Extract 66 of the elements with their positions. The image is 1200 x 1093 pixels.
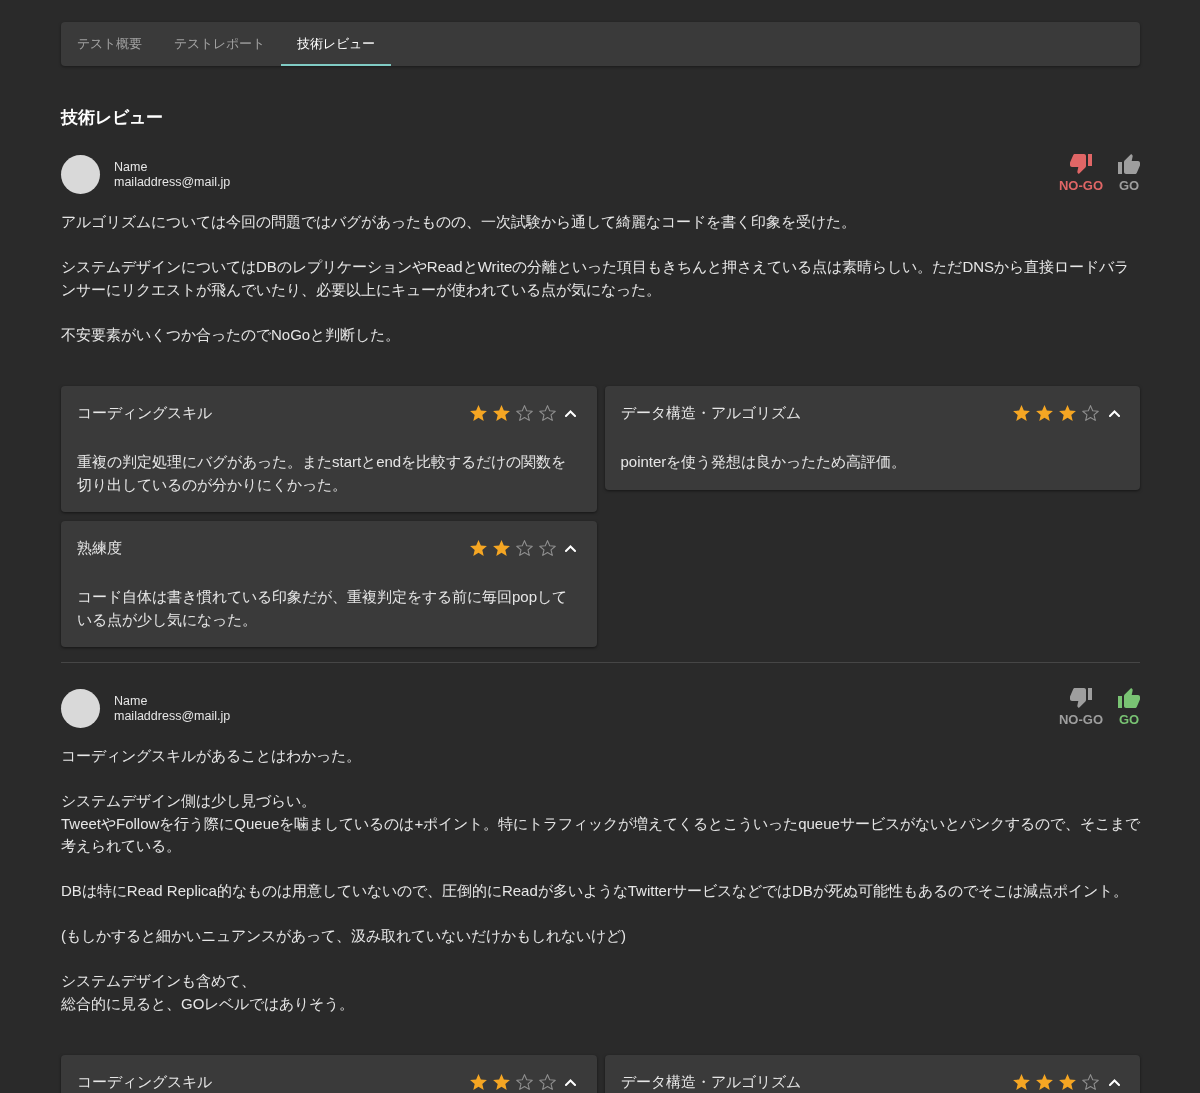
skill-comment: コード自体は書き慣れている印象だが、重複判定をする前に毎回popしている点が少し気になった。	[77, 587, 569, 630]
star-icon	[1013, 405, 1030, 421]
tab[interactable]: テスト概要	[61, 22, 158, 66]
review-text: 総合的に見ると、GOレベルではありそう。	[61, 993, 356, 1014]
review-text: 不安要素がいくつか合ったのでNoGoと判断した。	[61, 324, 402, 345]
empty-star-icon	[538, 405, 556, 421]
review-text: システムデザインについてはDBのレプリケーションやReadとWriteの分離といった項目もきちんと押さえている点は素晴らしい。ただDNSから直接ロードバランサーにリクエストが飛んでいたり、必要以上にキューが使われている点が気になった。	[61, 257, 1131, 300]
skill-title: 熟練度	[77, 539, 122, 558]
star-icon	[1013, 1074, 1030, 1090]
review-text: DBは特にRead Replica的なものは用意していないので、圧倒的にReadが多いようなTwitterサービスなどではDBが死ぬ可能性もあるのでそこは減点ポイント。	[61, 881, 1129, 901]
star-icon	[1036, 405, 1053, 421]
collapse-button[interactable]	[1108, 1078, 1120, 1086]
empty-star-icon	[538, 540, 556, 556]
star-icon	[469, 540, 487, 556]
star-icon	[492, 1074, 510, 1090]
review-text: (もしかすると細かいニュアンスがあって、汲み取れていないだけかもしれないけど)	[61, 926, 627, 946]
review-text: アルゴリズムについては今回の問題ではバグがあったものの、一次試験から通して綺麗なコードを書く印象を受けた。	[61, 212, 857, 232]
go-button[interactable]: GO	[1118, 688, 1140, 727]
collapse-button[interactable]	[564, 1078, 577, 1086]
chevron-up-icon	[1108, 1078, 1120, 1086]
avatar	[61, 155, 100, 194]
chevron-up-icon	[565, 1078, 576, 1086]
review-text: コーディングスキルがあることはわかった。	[61, 746, 362, 766]
empty-star-icon	[515, 405, 533, 421]
reviewer-name: Name	[114, 159, 149, 175]
empty-star-icon	[538, 1074, 556, 1090]
chevron-up-icon	[565, 409, 576, 417]
chevron-up-icon	[565, 544, 576, 552]
skill-title: コーディングスキル	[77, 1073, 212, 1092]
skill-comment: 重複の判定処理にバグがあった。またstartとendを比較するだけの関数を切り出しているのが分かりにくかった。	[77, 452, 568, 495]
thumbs-up-icon	[1118, 688, 1140, 708]
avatar	[61, 689, 100, 728]
chevron-up-icon	[1108, 409, 1120, 417]
empty-star-icon	[1082, 1074, 1099, 1090]
thumbs-down-icon	[1069, 688, 1092, 708]
skill-comment: pointerを使う発想は良かったため高評価。	[620, 452, 908, 472]
skill-title: データ構造・アルゴリズム	[620, 404, 801, 423]
thumbs-down-icon	[1069, 154, 1092, 174]
star-icon	[1059, 405, 1076, 421]
review-text: TweetやFollowを行う際にQueueを噛ましているのは+ポイント。特にトラフィックが増えてくるとこういったqueueサービスがないとパンクするので、そこまで考えられている。	[61, 813, 1140, 856]
tab[interactable]: テストレポート	[158, 22, 281, 66]
no-go-button[interactable]: NO-GO	[1058, 688, 1103, 727]
go-button[interactable]: GO	[1118, 154, 1140, 193]
empty-star-icon	[515, 1074, 533, 1090]
skill-title: コーディングスキル	[77, 404, 212, 423]
tab[interactable]: 技術レビュー	[281, 22, 391, 66]
star-icon	[492, 405, 510, 421]
collapse-button[interactable]	[1108, 409, 1120, 417]
section-title: 技術レビュー	[61, 107, 164, 128]
no-go-button[interactable]: NO-GO	[1058, 154, 1103, 193]
star-icon	[1059, 1074, 1076, 1090]
reviewer-name: Name	[114, 693, 149, 709]
review-text: システムデザインも含めて、	[61, 971, 257, 991]
collapse-button[interactable]	[564, 544, 577, 552]
reviewer-email: mailaddress@mail.jp	[114, 708, 231, 724]
star-icon	[1036, 1074, 1053, 1090]
empty-star-icon	[515, 540, 533, 556]
star-icon	[492, 540, 510, 556]
review-text: システムデザイン側は少し見づらい。	[61, 791, 317, 811]
skill-title: データ構造・アルゴリズム	[620, 1073, 801, 1092]
thumbs-up-icon	[1118, 154, 1140, 174]
reviewer-email: mailaddress@mail.jp	[114, 174, 231, 190]
star-icon	[469, 405, 487, 421]
empty-star-icon	[1082, 405, 1099, 421]
star-icon	[469, 1074, 487, 1090]
collapse-button[interactable]	[564, 409, 577, 417]
